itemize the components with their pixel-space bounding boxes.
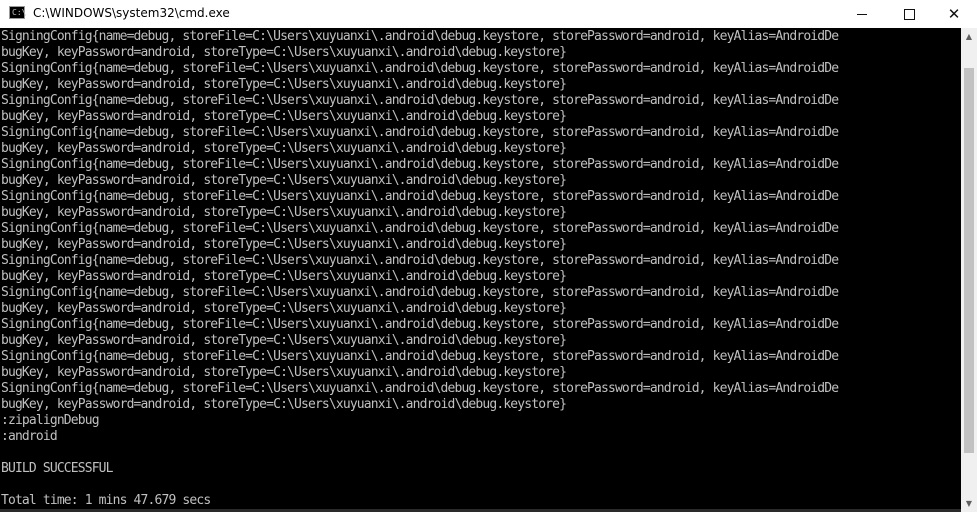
minimize-icon <box>857 13 867 15</box>
window-title: C:\WINDOWS\system32\cmd.exe <box>33 6 230 20</box>
console-line: SigningConfig{name=debug, storeFile=C:\U… <box>1 157 839 172</box>
close-button[interactable]: ✕ <box>931 0 977 28</box>
console-output[interactable]: SigningConfig{name=debug, storeFile=C:\U… <box>0 28 961 512</box>
console-line: SigningConfig{name=debug, storeFile=C:\U… <box>1 253 839 268</box>
console-line: SigningConfig{name=debug, storeFile=C:\U… <box>1 285 839 300</box>
maximize-button[interactable] <box>886 0 932 28</box>
console-line: SigningConfig{name=debug, storeFile=C:\U… <box>1 317 839 332</box>
console-line: bugKey, keyPassword=android, storeType=C… <box>1 397 567 412</box>
title-bar[interactable]: C:\ C:\WINDOWS\system32\cmd.exe ✕ <box>0 0 977 28</box>
console-line: SigningConfig{name=debug, storeFile=C:\U… <box>1 349 839 364</box>
console-line: bugKey, keyPassword=android, storeType=C… <box>1 77 567 92</box>
maximize-icon <box>903 8 915 20</box>
console-line: bugKey, keyPassword=android, storeType=C… <box>1 333 567 348</box>
minimize-button[interactable] <box>839 0 885 28</box>
console-line: bugKey, keyPassword=android, storeType=C… <box>1 205 567 220</box>
console-line: SigningConfig{name=debug, storeFile=C:\U… <box>1 29 839 44</box>
console-line: SigningConfig{name=debug, storeFile=C:\U… <box>1 221 839 236</box>
console-line: :android <box>1 429 58 444</box>
vertical-scrollbar[interactable]: ▲ ▼ <box>961 28 977 512</box>
scroll-down-arrow-icon[interactable]: ▼ <box>961 495 977 512</box>
console-line: bugKey, keyPassword=android, storeType=C… <box>1 237 567 252</box>
console-line: bugKey, keyPassword=android, storeType=C… <box>1 301 567 316</box>
cmd-window: C:\ C:\WINDOWS\system32\cmd.exe ✕ Signin… <box>0 0 977 512</box>
console-line: SigningConfig{name=debug, storeFile=C:\U… <box>1 189 839 204</box>
console-line: Total time: 1 mins 47.679 secs <box>1 493 211 508</box>
scroll-up-arrow-icon[interactable]: ▲ <box>961 28 977 45</box>
scroll-thumb[interactable] <box>964 68 974 453</box>
console-line: SigningConfig{name=debug, storeFile=C:\U… <box>1 125 839 140</box>
console-line: SigningConfig{name=debug, storeFile=C:\U… <box>1 93 839 108</box>
console-line: bugKey, keyPassword=android, storeType=C… <box>1 269 567 284</box>
cmd-icon[interactable]: C:\ <box>9 6 27 19</box>
console-line: SigningConfig{name=debug, storeFile=C:\U… <box>1 381 839 396</box>
cmd-icon-text: C:\ <box>12 8 27 17</box>
console-line: bugKey, keyPassword=android, storeType=C… <box>1 173 567 188</box>
close-icon: ✕ <box>947 5 961 23</box>
console-line: bugKey, keyPassword=android, storeType=C… <box>1 141 567 156</box>
console-line: bugKey, keyPassword=android, storeType=C… <box>1 45 567 60</box>
console-line: bugKey, keyPassword=android, storeType=C… <box>1 109 567 124</box>
console-line: BUILD SUCCESSFUL <box>1 461 113 476</box>
console-lines: SigningConfig{name=debug, storeFile=C:\U… <box>1 29 839 509</box>
console-line: :zipalignDebug <box>1 413 100 428</box>
scroll-track[interactable] <box>964 46 974 494</box>
console-line: bugKey, keyPassword=android, storeType=C… <box>1 365 567 380</box>
console-line: SigningConfig{name=debug, storeFile=C:\U… <box>1 61 839 76</box>
